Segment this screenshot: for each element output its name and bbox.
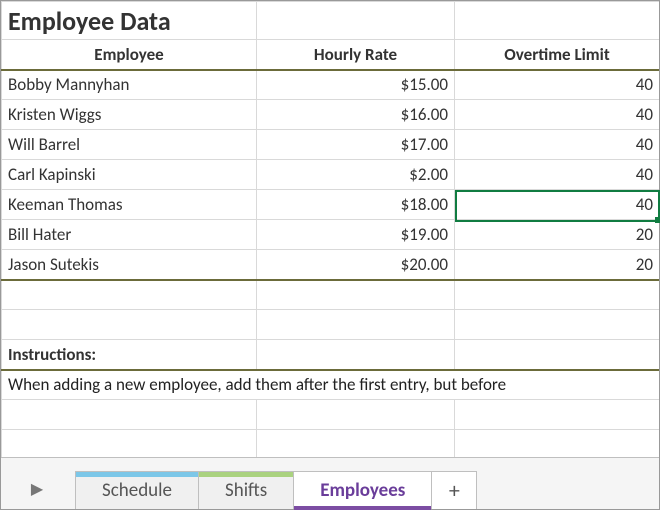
tab-bar-spacer bbox=[477, 508, 651, 509]
cell-rate[interactable]: $16.00 bbox=[257, 100, 455, 130]
cell-blank[interactable] bbox=[455, 340, 660, 370]
cell-blank[interactable] bbox=[257, 430, 455, 459]
tab-label: Schedule bbox=[102, 479, 172, 502]
cell-rate[interactable]: $15.00 bbox=[257, 70, 455, 100]
cell-ot[interactable]: 40 bbox=[455, 190, 660, 220]
cell-blank[interactable] bbox=[257, 400, 455, 430]
cell-ot[interactable]: 40 bbox=[455, 160, 660, 190]
cell-blank[interactable] bbox=[257, 340, 455, 370]
sheet-title[interactable]: Employee Data bbox=[2, 2, 257, 40]
tab-color-bar bbox=[76, 472, 198, 477]
tab-employees[interactable]: Employees bbox=[293, 471, 432, 509]
cell-ot[interactable]: 20 bbox=[455, 220, 660, 250]
cell-rate[interactable]: $2.00 bbox=[257, 160, 455, 190]
tab-label: Employees bbox=[320, 479, 405, 502]
cell-employee[interactable]: Carl Kapinski bbox=[2, 160, 257, 190]
cell-blank[interactable] bbox=[455, 2, 660, 40]
cell-blank[interactable] bbox=[257, 310, 455, 340]
cell-blank[interactable] bbox=[455, 400, 660, 430]
tab-label: Shifts bbox=[225, 479, 267, 502]
cell-rate[interactable]: $17.00 bbox=[257, 130, 455, 160]
col-header-employee[interactable]: Employee bbox=[2, 40, 257, 70]
col-header-ot[interactable]: Overtime Limit bbox=[455, 40, 660, 70]
cell-blank[interactable] bbox=[2, 430, 257, 459]
tab-schedule[interactable]: Schedule bbox=[75, 471, 199, 509]
cell-employee[interactable]: Will Barrel bbox=[2, 130, 257, 160]
cell-employee[interactable]: Bill Hater bbox=[2, 220, 257, 250]
instructions-text[interactable]: When adding a new employee, add them aft… bbox=[2, 370, 660, 400]
cell-ot[interactable]: 40 bbox=[455, 100, 660, 130]
tab-shifts[interactable]: Shifts bbox=[198, 471, 294, 509]
cell-rate[interactable]: $19.00 bbox=[257, 220, 455, 250]
cell-blank[interactable] bbox=[455, 430, 660, 459]
cell-blank[interactable] bbox=[257, 280, 455, 310]
cell-blank[interactable] bbox=[455, 310, 660, 340]
cell-ot[interactable]: 20 bbox=[455, 250, 660, 280]
tab-color-bar bbox=[199, 472, 293, 477]
sheet-tab-bar: ▶ Schedule Shifts Employees + bbox=[1, 457, 659, 509]
spreadsheet-grid[interactable]: Employee Data Employee Hourly Rate Overt… bbox=[1, 1, 659, 458]
cell-rate[interactable]: $20.00 bbox=[257, 250, 455, 280]
cell-ot[interactable]: 40 bbox=[455, 130, 660, 160]
plus-icon: + bbox=[449, 477, 460, 504]
cell-blank[interactable] bbox=[2, 310, 257, 340]
tab-add-button[interactable]: + bbox=[431, 471, 477, 509]
tab-color-bar bbox=[294, 506, 431, 510]
play-icon: ▶ bbox=[31, 479, 43, 499]
cell-blank[interactable] bbox=[2, 280, 257, 310]
cell-employee[interactable]: Bobby Mannyhan bbox=[2, 70, 257, 100]
cell-blank[interactable] bbox=[257, 2, 455, 40]
cell-employee[interactable]: Kristen Wiggs bbox=[2, 100, 257, 130]
col-header-rate[interactable]: Hourly Rate bbox=[257, 40, 455, 70]
cell-employee[interactable]: Jason Sutekis bbox=[2, 250, 257, 280]
cell-blank[interactable] bbox=[2, 400, 257, 430]
sheet-nav-button[interactable]: ▶ bbox=[9, 469, 65, 509]
cell-ot[interactable]: 40 bbox=[455, 70, 660, 100]
cell-blank[interactable] bbox=[455, 280, 660, 310]
cell-employee[interactable]: Keeman Thomas bbox=[2, 190, 257, 220]
cell-rate[interactable]: $18.00 bbox=[257, 190, 455, 220]
instructions-label[interactable]: Instructions: bbox=[2, 340, 257, 370]
